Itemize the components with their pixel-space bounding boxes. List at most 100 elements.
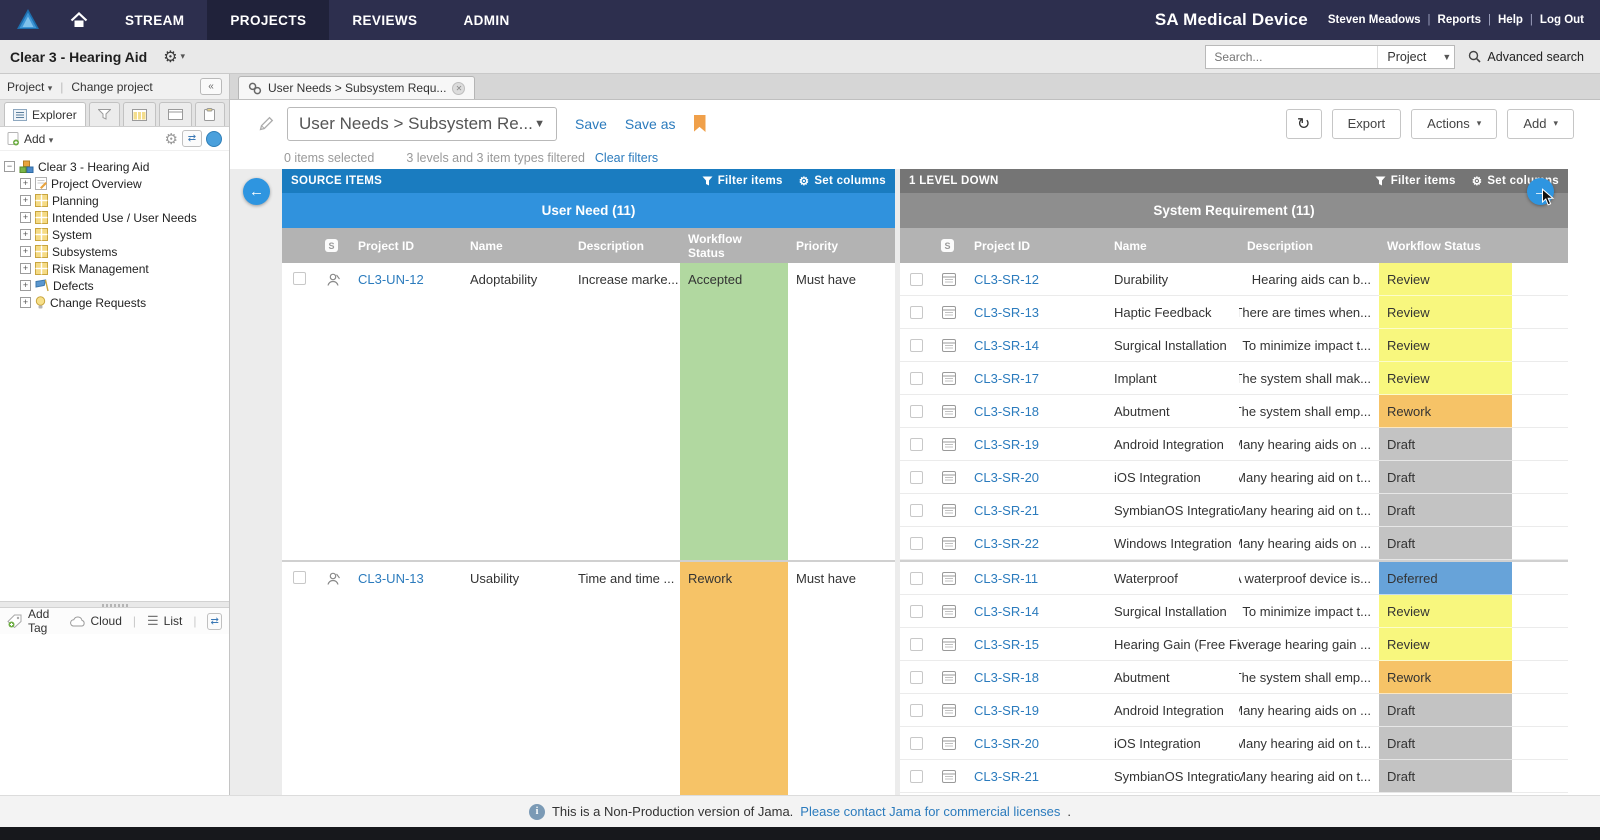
nav-item-reviews[interactable]: REVIEWS: [329, 0, 440, 40]
clear-filters-link[interactable]: Clear filters: [595, 151, 658, 165]
contact-jama-link[interactable]: Please contact Jama for commercial licen…: [800, 804, 1060, 819]
column-header-project-id[interactable]: Project ID: [350, 239, 462, 253]
item-id-link[interactable]: CL3-SR-12: [974, 272, 1039, 287]
source-set-columns-button[interactable]: ⚙ Set columns: [799, 174, 886, 188]
export-button[interactable]: Export: [1332, 109, 1402, 139]
item-id-link[interactable]: CL3-SR-18: [974, 404, 1039, 419]
jama-logo-icon[interactable]: [0, 7, 56, 33]
search-scope-dropdown[interactable]: Project ▼: [1377, 46, 1460, 68]
nav-link-help[interactable]: Help: [1498, 14, 1523, 26]
close-icon[interactable]: ✕: [452, 82, 465, 95]
row-checkbox[interactable]: [910, 770, 923, 783]
row-checkbox[interactable]: [910, 572, 923, 585]
item-id-link[interactable]: CL3-SR-21: [974, 503, 1039, 518]
add-tag-button[interactable]: Add Tag: [28, 607, 59, 635]
item-id-link[interactable]: CL3-SR-19: [974, 437, 1039, 452]
tab-trace-view[interactable]: User Needs > Subsystem Requ... ✕: [238, 76, 475, 99]
project-menu[interactable]: Project ▾: [7, 80, 52, 94]
tree-node-risk-management[interactable]: +Risk Management: [4, 260, 225, 277]
nav-item-admin[interactable]: ADMIN: [440, 0, 532, 40]
tag-list-toggle[interactable]: List: [164, 614, 183, 628]
row-checkbox[interactable]: [910, 405, 923, 418]
item-id-link[interactable]: CL3-UN-13: [358, 571, 424, 586]
collapse-sidebar-button[interactable]: «: [200, 78, 222, 95]
expand-icon[interactable]: +: [20, 212, 31, 223]
search-input[interactable]: [1206, 50, 1377, 64]
actions-dropdown[interactable]: Actions▾: [1411, 109, 1497, 139]
column-header-name[interactable]: Name: [1106, 239, 1239, 253]
tree-node-root[interactable]: −Clear 3 - Hearing Aid: [4, 158, 225, 175]
column-header-description[interactable]: Description: [1239, 239, 1379, 253]
row-checkbox[interactable]: [910, 471, 923, 484]
column-header-workflow-status[interactable]: Workflow Status: [680, 232, 788, 260]
item-id-link[interactable]: CL3-SR-21: [974, 769, 1039, 784]
row-checkbox[interactable]: [910, 671, 923, 684]
tag-refresh-icon[interactable]: ⇄: [207, 613, 222, 630]
row-checkbox[interactable]: [910, 339, 923, 352]
tree-node-intended-use-user-needs[interactable]: +Intended Use / User Needs: [4, 209, 225, 226]
tree-node-planning[interactable]: +Planning: [4, 192, 225, 209]
row-checkbox[interactable]: [910, 438, 923, 451]
project-settings-menu[interactable]: ⚙ ▾: [163, 47, 185, 67]
add-menu[interactable]: Add ▾: [24, 132, 53, 146]
row-checkbox[interactable]: [910, 306, 923, 319]
tab-releases[interactable]: [123, 102, 156, 126]
row-checkbox[interactable]: [910, 704, 923, 717]
expand-icon[interactable]: +: [20, 195, 31, 206]
tab-views[interactable]: [159, 102, 192, 126]
item-id-link[interactable]: CL3-SR-22: [974, 536, 1039, 551]
row-checkbox[interactable]: [910, 605, 923, 618]
tab-filters[interactable]: [89, 102, 120, 126]
item-id-link[interactable]: CL3-SR-15: [974, 637, 1039, 652]
save-as-button[interactable]: Save as: [625, 116, 676, 132]
source-filter-items-button[interactable]: Filter items: [702, 175, 783, 187]
collapse-icon[interactable]: −: [4, 161, 15, 172]
scroll-right-button[interactable]: →: [1527, 178, 1554, 205]
row-checkbox[interactable]: [910, 273, 923, 286]
sync-icon[interactable]: ⇄: [182, 130, 202, 147]
edit-pencil-icon[interactable]: [258, 115, 275, 132]
item-id-link[interactable]: CL3-SR-14: [974, 604, 1039, 619]
row-checkbox[interactable]: [293, 272, 306, 285]
item-id-link[interactable]: CL3-SR-20: [974, 470, 1039, 485]
expand-icon[interactable]: +: [20, 246, 31, 257]
expand-icon[interactable]: +: [20, 263, 31, 274]
row-checkbox[interactable]: [910, 638, 923, 651]
bookmark-icon[interactable]: [694, 115, 706, 132]
column-header-priority[interactable]: Priority: [788, 239, 895, 253]
tree-node-defects[interactable]: +Defects: [4, 277, 225, 294]
item-id-link[interactable]: CL3-SR-13: [974, 305, 1039, 320]
tree-settings-gear-icon[interactable]: ⚙: [165, 130, 178, 148]
tree-node-subsystems[interactable]: +Subsystems: [4, 243, 225, 260]
tag-cloud-toggle[interactable]: Cloud: [91, 614, 122, 628]
nav-link-reports[interactable]: Reports: [1438, 14, 1481, 26]
row-checkbox[interactable]: [910, 537, 923, 550]
item-id-link[interactable]: CL3-SR-19: [974, 703, 1039, 718]
row-checkbox[interactable]: [293, 571, 306, 584]
tab-documents[interactable]: [195, 102, 225, 126]
item-id-link[interactable]: CL3-SR-20: [974, 736, 1039, 751]
change-project-link[interactable]: Change project: [71, 80, 152, 94]
saved-view-dropdown[interactable]: User Needs > Subsystem Re... ▼: [287, 107, 557, 141]
tab-explorer[interactable]: Explorer: [4, 102, 86, 126]
column-header-name[interactable]: Name: [462, 239, 570, 253]
add-dropdown[interactable]: Add▾: [1507, 109, 1574, 139]
target-filter-items-button[interactable]: Filter items: [1375, 175, 1456, 187]
tree-node-change-requests[interactable]: +Change Requests: [4, 294, 225, 311]
nav-item-projects[interactable]: PROJECTS: [207, 0, 329, 40]
expand-icon[interactable]: +: [20, 280, 31, 291]
expand-icon[interactable]: +: [20, 229, 31, 240]
item-id-link[interactable]: CL3-UN-12: [358, 272, 424, 287]
item-id-link[interactable]: CL3-SR-11: [974, 571, 1038, 586]
column-header-project-id[interactable]: Project ID: [966, 239, 1106, 253]
item-id-link[interactable]: CL3-SR-17: [974, 371, 1039, 386]
expand-icon[interactable]: +: [20, 297, 31, 308]
tree-node-project-overview[interactable]: +Project Overview: [4, 175, 225, 192]
current-user[interactable]: Steven Meadows: [1328, 14, 1421, 26]
connect-status-icon[interactable]: [206, 131, 222, 147]
item-id-link[interactable]: CL3-SR-18: [974, 670, 1039, 685]
row-checkbox[interactable]: [910, 372, 923, 385]
advanced-search-link[interactable]: Advanced search: [1468, 50, 1584, 64]
item-id-link[interactable]: CL3-SR-14: [974, 338, 1039, 353]
row-checkbox[interactable]: [910, 737, 923, 750]
